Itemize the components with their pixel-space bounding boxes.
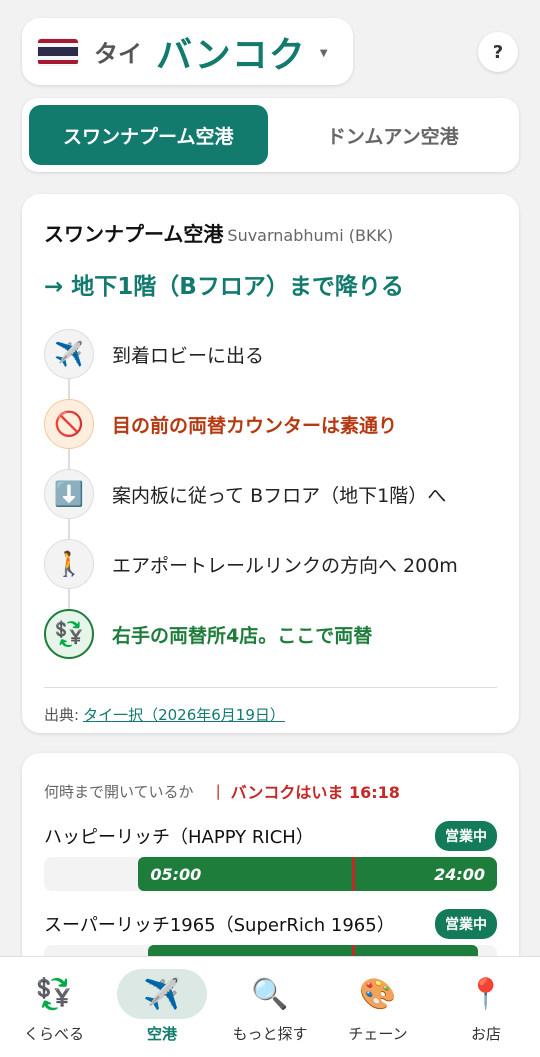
hours-header: 何時まで開いているか | バンコクはいま 16:18 bbox=[44, 779, 497, 803]
close-time: 24:00 bbox=[434, 864, 485, 884]
airport-tabs: スワンナプーム空港 ドンムアン空港 bbox=[22, 98, 519, 172]
step-item: 🚶 エアポートレールリンクの方向へ 200m bbox=[44, 529, 497, 599]
prohibited-icon: 🚫 bbox=[44, 399, 94, 449]
help-button[interactable]: ? bbox=[478, 32, 518, 72]
step-text: 到着ロビーに出る bbox=[112, 344, 265, 367]
airport-title: スワンナプーム空港 Suvarnabhumi (BKK) bbox=[44, 218, 497, 247]
nav-label: 空港 bbox=[146, 1025, 177, 1043]
nav-explore[interactable]: 🔍 もっと探す bbox=[216, 957, 324, 1057]
airplane-icon: ✈️ bbox=[117, 969, 207, 1019]
status-badge: 営業中 bbox=[435, 909, 497, 939]
city-label: バンコク bbox=[156, 34, 306, 76]
open-time: 05:00 bbox=[150, 864, 202, 884]
source-label: 出典: bbox=[44, 706, 80, 724]
hours-bar: 05:00 24:00 bbox=[44, 857, 497, 891]
status-badge: 営業中 bbox=[435, 821, 497, 851]
open-range: 05:00 24:00 bbox=[138, 857, 497, 891]
step-text: 案内板に従って Bフロア（地下1階）へ bbox=[112, 484, 447, 507]
step-item: 🚫 目の前の両替カウンターは素通り bbox=[44, 389, 497, 459]
tab-donmueang[interactable]: ドンムアン空港 bbox=[274, 105, 513, 165]
down-arrow-icon: ⬇️ bbox=[44, 469, 94, 519]
separator: | bbox=[215, 782, 221, 800]
location-selector[interactable]: タイ バンコク ▼ bbox=[22, 18, 353, 85]
nav-chain[interactable]: 🎨 チェーン bbox=[324, 957, 432, 1057]
thailand-flag-icon bbox=[38, 38, 78, 65]
exchange-shop-icon: 💱 bbox=[44, 609, 94, 659]
step-text: 目の前の両替カウンターは素通り bbox=[112, 414, 398, 437]
chevron-down-icon: ▼ bbox=[319, 48, 328, 59]
current-time-marker bbox=[351, 857, 355, 891]
shop-name: スーパーリッチ1965（SuperRich 1965） bbox=[44, 915, 395, 936]
current-time-label: バンコクはいま 16:18 bbox=[230, 783, 400, 802]
step-item: ✈️ 到着ロビーに出る bbox=[44, 319, 497, 389]
route-guide-card: スワンナプーム空港 Suvarnabhumi (BKK) → 地下1階（Bフロア）… bbox=[22, 194, 519, 733]
tab-suvarnabhumi[interactable]: スワンナプーム空港 bbox=[29, 105, 268, 165]
source-link[interactable]: タイ一択（2026年6月19日） bbox=[83, 706, 285, 724]
nav-airport[interactable]: ✈️ 空港 bbox=[108, 957, 216, 1057]
nav-shops[interactable]: 📍 お店 bbox=[432, 957, 540, 1057]
source-line: 出典: タイ一択（2026年6月19日） bbox=[44, 704, 497, 725]
bottom-nav: 💱 くらべる ✈️ 空港 🔍 もっと探す 🎨 チェーン 📍 お店 bbox=[0, 956, 540, 1057]
step-text: エアポートレールリンクの方向へ 200m bbox=[112, 554, 458, 577]
nav-compare[interactable]: 💱 くらべる bbox=[0, 957, 108, 1057]
nav-label: お店 bbox=[470, 1025, 501, 1043]
walking-person-icon: 🚶 bbox=[44, 539, 94, 589]
hours-heading: 何時まで開いているか bbox=[44, 782, 194, 801]
airport-code: Suvarnabhumi (BKK) bbox=[227, 226, 394, 245]
airplane-icon: ✈️ bbox=[44, 329, 94, 379]
step-item: ⬇️ 案内板に従って Bフロア（地下1階）へ bbox=[44, 459, 497, 529]
route-steps: ✈️ 到着ロビーに出る 🚫 目の前の両替カウンターは素通り ⬇️ 案内板に従って… bbox=[44, 319, 497, 669]
shop-hours-item[interactable]: ハッピーリッチ（HAPPY RICH） 営業中 05:00 24:00 bbox=[44, 821, 497, 891]
route-headline: → 地下1階（Bフロア）まで降りる bbox=[44, 274, 404, 300]
nav-label: もっと探す bbox=[232, 1025, 308, 1043]
nav-label: チェーン bbox=[348, 1025, 408, 1043]
nav-label: くらべる bbox=[23, 1025, 84, 1043]
pin-icon: 📍 bbox=[467, 976, 505, 1012]
palette-icon: 🎨 bbox=[359, 976, 397, 1012]
step-text: 右手の両替所4店。ここで両替 bbox=[112, 624, 373, 647]
divider bbox=[44, 687, 497, 688]
currency-exchange-icon: 💱 bbox=[35, 976, 73, 1012]
country-label: タイ bbox=[94, 40, 142, 68]
search-icon: 🔍 bbox=[251, 976, 289, 1012]
step-item: 💱 右手の両替所4店。ここで両替 bbox=[44, 599, 497, 669]
airport-name: スワンナプーム空港 bbox=[44, 222, 224, 246]
shop-name: ハッピーリッチ（HAPPY RICH） bbox=[44, 827, 314, 848]
